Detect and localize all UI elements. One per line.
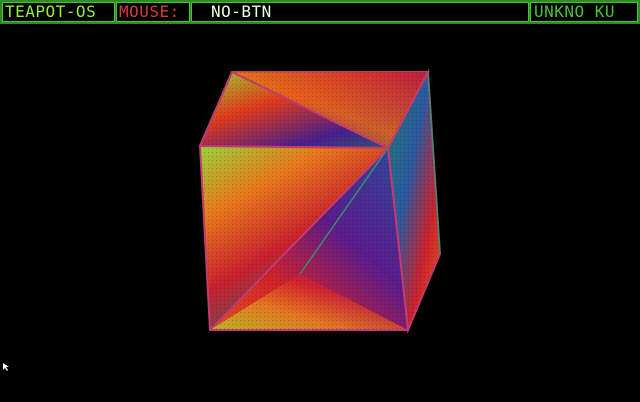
teapot-os-screen: TEAPOT-OS MOUSE: NO-BTN UNKNO KU	[0, 0, 640, 402]
status-bar: TEAPOT-OS MOUSE: NO-BTN UNKNO KU	[0, 0, 640, 24]
shaded-cube-icon	[198, 68, 442, 334]
render-viewport[interactable]	[0, 24, 640, 402]
system-status-indicator: UNKNO KU	[530, 2, 638, 22]
mouse-button-state: NO-BTN	[191, 2, 529, 22]
mouse-label: MOUSE:	[116, 2, 190, 22]
os-name-label: TEAPOT-OS	[2, 2, 115, 22]
mouse-pointer-icon	[3, 363, 9, 371]
